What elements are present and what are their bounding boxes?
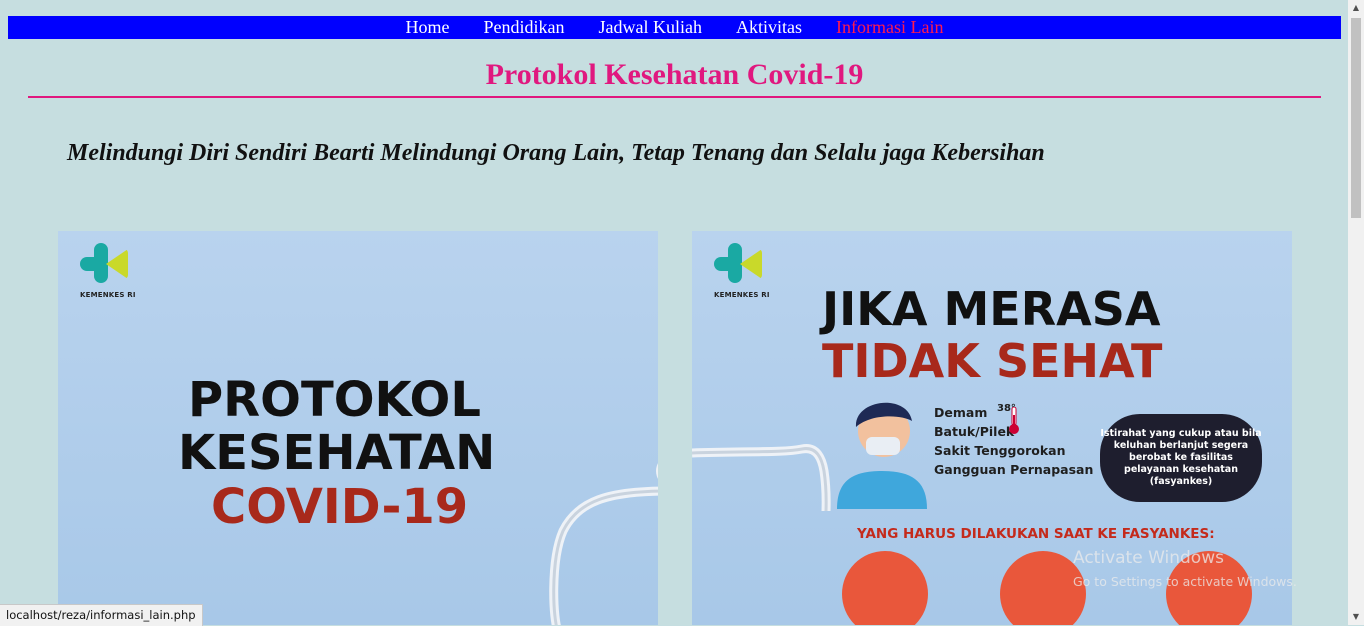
top-navigation: Home Pendidikan Jadwal Kuliah Aktivitas … xyxy=(8,16,1341,39)
symptom-item: Sakit Tenggorokan xyxy=(934,443,1066,458)
poster-heading-line2: TIDAK SEHAT xyxy=(822,334,1163,388)
nav-informasi-lain-link[interactable]: Informasi Lain xyxy=(836,16,943,39)
title-divider xyxy=(28,96,1321,98)
mask-person-icon xyxy=(842,551,928,625)
scrollbar-thumb[interactable] xyxy=(1351,18,1361,218)
windows-watermark-title: Activate Windows xyxy=(1073,548,1224,568)
page-title: Protokol Kesehatan Covid-19 xyxy=(485,58,864,91)
logo-text: KEMENKES RI xyxy=(80,291,136,299)
poster-heading-line1: JIKA MERASA xyxy=(822,282,1161,336)
windows-watermark-subtitle: Go to Settings to activate Windows. xyxy=(1073,574,1297,589)
logo-text: KEMENKES RI xyxy=(714,291,770,299)
poster-heading-line2: KESEHATAN xyxy=(178,425,496,481)
poster-heading-line1: PROTOKOL xyxy=(188,372,481,428)
browser-status-bar: localhost/reza/informasi_lain.php xyxy=(0,604,203,626)
poster-protokol-kesehatan: KEMENKES RI PROTOKOL KESEHATAN COVID-19 xyxy=(58,231,658,625)
nav-jadwal-kuliah-link[interactable]: Jadwal Kuliah xyxy=(599,16,702,39)
kemenkes-logo-icon xyxy=(714,243,764,285)
stethoscope-icon xyxy=(549,463,658,625)
nav-home-link[interactable]: Home xyxy=(406,16,450,39)
scroll-down-arrow-icon[interactable]: ▼ xyxy=(1348,609,1364,625)
page-tagline: Melindungi Diri Sendiri Bearti Melindung… xyxy=(67,140,1045,166)
kemenkes-logo: KEMENKES RI xyxy=(714,243,774,299)
thermometer-icon xyxy=(1009,407,1019,434)
kemenkes-logo-icon xyxy=(80,243,130,285)
poster-heading-line3: COVID-19 xyxy=(211,479,469,535)
nav-aktivitas-link[interactable]: Aktivitas xyxy=(736,16,802,39)
kemenkes-logo: KEMENKES RI xyxy=(80,243,140,299)
nav-pendidikan-link[interactable]: Pendidikan xyxy=(484,16,565,39)
must-do-heading: YANG HARUS DILAKUKAN SAAT KE FASYANKES: xyxy=(857,526,1215,542)
sick-person-icon xyxy=(837,402,927,509)
vertical-scrollbar[interactable]: ▲ ▼ xyxy=(1348,0,1364,625)
advice-badge: Istirahat yang cukup atau bila keluhan b… xyxy=(1100,414,1262,502)
scroll-up-arrow-icon[interactable]: ▲ xyxy=(1348,0,1364,16)
symptom-item: Gangguan Pernapasan xyxy=(934,462,1094,477)
